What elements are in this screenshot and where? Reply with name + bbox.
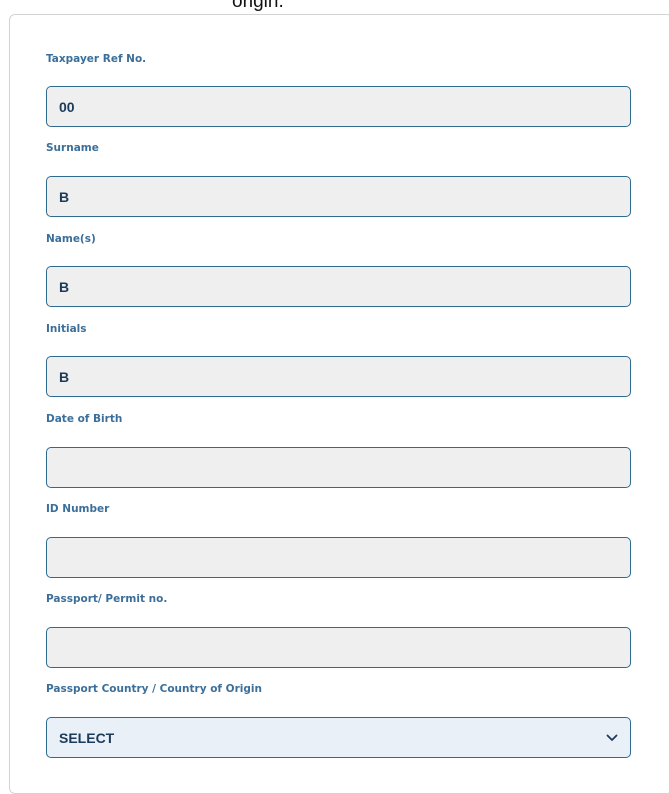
names-input[interactable]: B — [46, 266, 631, 307]
taxpayer-ref-label: Taxpayer Ref No. — [46, 53, 147, 65]
taxpayer-ref-input[interactable]: 00 — [46, 86, 631, 127]
names-value: B — [59, 278, 70, 295]
taxpayer-details-card: Taxpayer Ref No. 00 Surname B Name(s) B … — [9, 14, 669, 794]
date-of-birth-label: Date of Birth — [46, 413, 123, 425]
page-heading-fragment: origin. — [232, 0, 284, 12]
passport-country-label: Passport Country / Country of Origin — [46, 683, 262, 695]
initials-input[interactable]: B — [46, 356, 631, 397]
id-number-input[interactable] — [46, 537, 631, 578]
surname-label: Surname — [46, 142, 99, 154]
chevron-down-icon — [606, 734, 618, 742]
taxpayer-ref-value: 00 — [59, 98, 75, 115]
surname-input[interactable]: B — [46, 176, 631, 217]
initials-label: Initials — [46, 323, 87, 335]
initials-value: B — [59, 368, 70, 385]
date-of-birth-input[interactable] — [46, 447, 631, 488]
surname-value: B — [59, 188, 70, 205]
passport-permit-input[interactable] — [46, 627, 631, 668]
id-number-label: ID Number — [46, 503, 110, 515]
passport-permit-label: Passport/ Permit no. — [46, 593, 168, 605]
passport-country-select[interactable]: SELECT — [46, 717, 631, 758]
passport-country-selected-value: SELECT — [59, 729, 115, 746]
names-label: Name(s) — [46, 233, 96, 245]
